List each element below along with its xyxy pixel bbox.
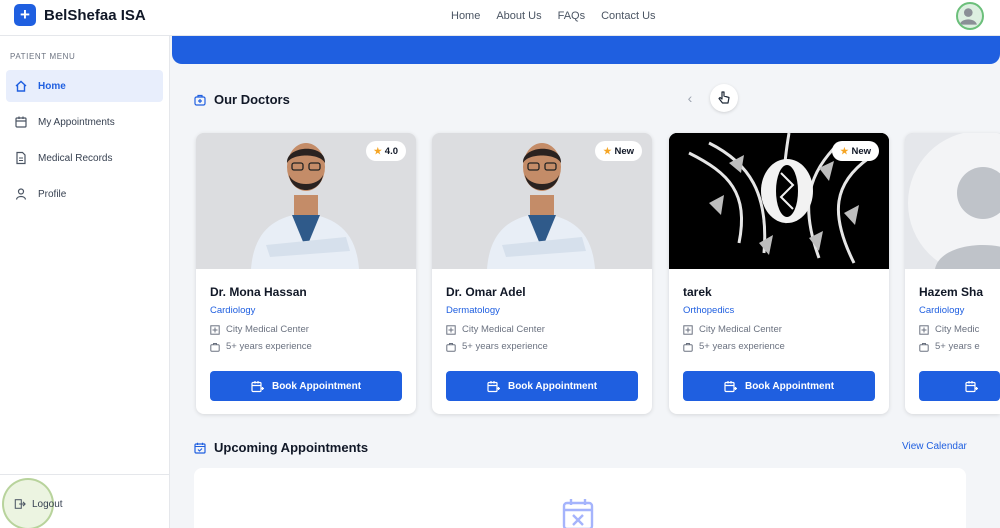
book-appointment-button[interactable]: Book Appointment <box>210 371 402 401</box>
doctor-name: Dr. Mona Hassan <box>210 285 307 299</box>
plus-icon: + <box>14 4 36 26</box>
badge-text: New <box>614 145 634 157</box>
calendar-x-icon <box>562 499 594 528</box>
doctor-experience: 5+ years experience <box>683 341 785 352</box>
book-appointment-button[interactable]: Book Appointment <box>683 371 875 401</box>
user-avatar[interactable] <box>956 2 984 30</box>
logout-icon <box>14 499 26 509</box>
sidebar-item-label: Medical Records <box>38 152 113 164</box>
star-icon: ★ <box>373 145 382 156</box>
doctor-card[interactable]: ★ 4.0 Dr. Mona Hassan Cardiology City Me… <box>196 133 416 414</box>
location-text: City Medical Center <box>462 324 545 335</box>
brand-name: BelShefaa ISA <box>44 6 146 24</box>
doctor-card[interactable]: ★ New Dr. Omar Adel Dermatology City Med… <box>432 133 652 414</box>
doctor-location: City Medical Center <box>210 324 309 335</box>
carousel-next-button[interactable] <box>710 84 738 112</box>
experience-text: 5+ years experience <box>462 341 548 352</box>
view-calendar-link[interactable]: View Calendar <box>902 441 967 452</box>
user-icon <box>15 188 27 200</box>
book-label: Book Appointment <box>507 380 598 392</box>
doctor-name: Hazem Sha <box>919 285 984 299</box>
hospital-icon <box>446 324 456 335</box>
doctor-experience: 5+ years experience <box>446 341 548 352</box>
doctor-specialty: Cardiology <box>919 305 965 316</box>
calendar-plus-icon <box>724 380 737 392</box>
new-badge: ★ New <box>832 141 879 161</box>
hospital-icon <box>683 324 693 335</box>
sidebar-item-label: My Appointments <box>38 116 115 128</box>
experience-text: 5+ years experience <box>699 341 785 352</box>
carousel-prev-button[interactable]: ‹ <box>680 88 700 108</box>
badge-text: New <box>851 145 871 157</box>
appointments-title: Upcoming Appointments <box>214 440 369 455</box>
sidebar-caption: PATIENT MENU <box>10 52 76 61</box>
brand[interactable]: + BelShefaa ISA <box>14 4 146 26</box>
calendar-plus-icon <box>965 380 978 392</box>
sidebar-divider <box>0 474 170 475</box>
logout-button[interactable]: Logout <box>14 498 63 510</box>
nav-link-faqs[interactable]: FAQs <box>558 10 586 22</box>
sidebar-item-records[interactable]: Medical Records <box>6 142 163 174</box>
doctor-location: City Medic <box>919 324 979 335</box>
sidebar-item-home[interactable]: Home <box>6 70 163 102</box>
top-navbar: + BelShefaa ISA Home About Us FAQs Conta… <box>0 0 1000 36</box>
book-label: Book Appointment <box>744 380 835 392</box>
calendar-plus-icon <box>251 380 264 392</box>
calendar-icon <box>15 116 27 128</box>
nav-link-about[interactable]: About Us <box>496 10 541 22</box>
briefcase-icon <box>210 342 220 352</box>
book-appointment-button[interactable]: Book Appointment <box>446 371 638 401</box>
sidebar-item-profile[interactable]: Profile <box>6 178 163 210</box>
briefcase-icon <box>683 342 693 352</box>
hospital-icon <box>210 324 220 335</box>
home-icon <box>15 80 27 92</box>
doctor-card[interactable]: ★ New tarek Orthopedics City Medical Cen… <box>669 133 889 414</box>
doctor-specialty: Dermatology <box>446 305 500 316</box>
doctor-name: Dr. Omar Adel <box>446 285 526 299</box>
hospital-icon <box>919 324 929 335</box>
star-icon: ★ <box>603 145 612 156</box>
appointments-empty-state <box>194 468 966 528</box>
doctor-experience: 5+ years experience <box>210 341 312 352</box>
nav-link-home[interactable]: Home <box>451 10 480 22</box>
user-avatar-icon <box>959 8 977 25</box>
nav-links: Home About Us FAQs Contact Us <box>451 10 656 22</box>
sidebar-item-appointments[interactable]: My Appointments <box>6 106 163 138</box>
new-badge: ★ New <box>595 141 642 161</box>
doctor-experience: 5+ years e <box>919 341 980 352</box>
experience-text: 5+ years experience <box>226 341 312 352</box>
doctor-location: City Medical Center <box>446 324 545 335</box>
sidebar-item-label: Profile <box>38 188 67 200</box>
doctor-location: City Medical Center <box>683 324 782 335</box>
sidebar-item-label: Home <box>38 80 66 92</box>
doctors-heading: Our Doctors <box>194 92 290 107</box>
nav-link-contact[interactable]: Contact Us <box>601 10 655 22</box>
doctor-card[interactable]: Hazem Sha Cardiology City Medic 5+ years… <box>905 133 1000 414</box>
experience-text: 5+ years e <box>935 341 980 352</box>
badge-text: 4.0 <box>384 145 398 157</box>
appointments-heading: Upcoming Appointments <box>194 440 368 455</box>
medical-bag-icon <box>194 94 206 106</box>
logout-label: Logout <box>32 498 63 510</box>
doctors-title: Our Doctors <box>214 92 290 107</box>
book-appointment-button[interactable] <box>919 371 1000 401</box>
hero-banner <box>172 36 1000 64</box>
briefcase-icon <box>446 342 456 352</box>
book-label: Book Appointment <box>271 380 362 392</box>
doctor-specialty: Orthopedics <box>683 305 735 316</box>
location-text: City Medical Center <box>699 324 782 335</box>
hand-pointer-icon <box>718 91 730 104</box>
briefcase-icon <box>919 342 929 352</box>
sidebar: PATIENT MENU Home My Appointments Medica… <box>0 36 170 528</box>
document-icon <box>16 151 26 165</box>
location-text: City Medic <box>935 324 980 335</box>
location-text: City Medical Center <box>226 324 309 335</box>
star-icon: ★ <box>840 145 849 156</box>
rating-badge: ★ 4.0 <box>365 141 406 161</box>
calendar-check-icon <box>194 442 206 454</box>
calendar-plus-icon <box>487 380 500 392</box>
doctor-photo <box>905 133 1000 269</box>
doctor-specialty: Cardiology <box>210 305 256 316</box>
doctor-name: tarek <box>683 285 712 299</box>
